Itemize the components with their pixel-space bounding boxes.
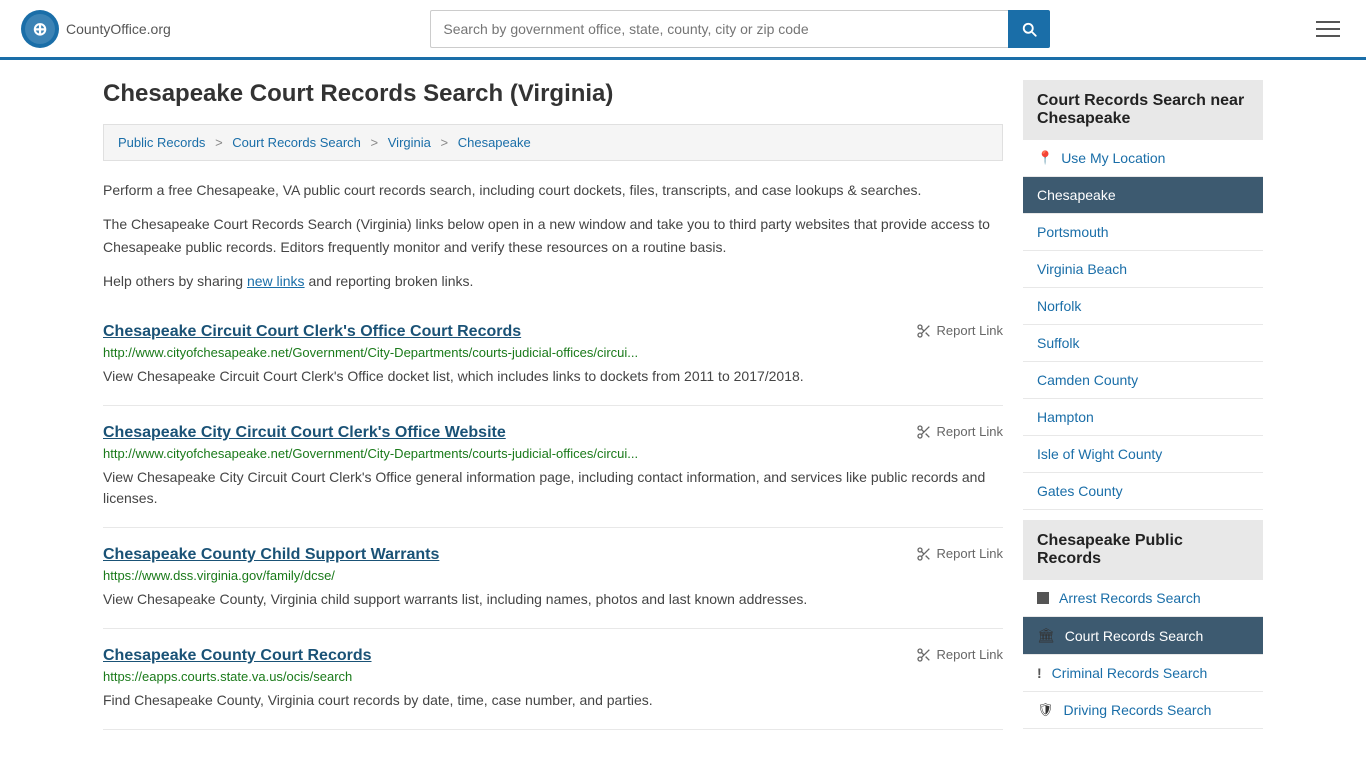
record-item: Chesapeake City Circuit Court Clerk's Of…: [103, 406, 1003, 528]
logo-name-text: CountyOffice: [66, 21, 147, 37]
new-links-link[interactable]: new links: [247, 273, 305, 289]
report-link-button[interactable]: Report Link: [916, 647, 1003, 663]
public-record-sidebar-item[interactable]: 🛡 Driving Records Search: [1023, 692, 1263, 729]
sidebar-location-item[interactable]: Camden County: [1023, 362, 1263, 399]
breadcrumb-sep-3: >: [441, 135, 449, 150]
report-link-label: Report Link: [937, 424, 1003, 439]
record-item-header: Chesapeake County Court Records Report L…: [103, 647, 1003, 665]
report-link-button[interactable]: Report Link: [916, 424, 1003, 440]
breadcrumb-chesapeake[interactable]: Chesapeake: [458, 135, 531, 150]
record-item-header: Chesapeake City Circuit Court Clerk's Of…: [103, 424, 1003, 442]
record-url: http://www.cityofchesapeake.net/Governme…: [103, 345, 1003, 360]
breadcrumb-public-records[interactable]: Public Records: [118, 135, 205, 150]
description-1: Perform a free Chesapeake, VA public cou…: [103, 179, 1003, 201]
svg-text:⊕: ⊕: [32, 19, 47, 39]
exclaim-icon: !: [1037, 665, 1042, 681]
breadcrumb-virginia[interactable]: Virginia: [388, 135, 431, 150]
scissors-icon: [916, 647, 932, 663]
header: ⊕ CountyOffice.org: [0, 0, 1366, 60]
public-record-sidebar-item[interactable]: Arrest Records Search: [1023, 580, 1263, 617]
location-pin-icon: 📍: [1037, 150, 1053, 166]
search-button[interactable]: [1008, 10, 1050, 48]
public-record-sidebar-item[interactable]: ! Criminal Records Search: [1023, 655, 1263, 692]
description-2: The Chesapeake Court Records Search (Vir…: [103, 213, 1003, 258]
public-records-list: Arrest Records Search 🏛 Court Records Se…: [1023, 580, 1263, 729]
breadcrumb: Public Records > Court Records Search > …: [103, 124, 1003, 161]
logo-icon: ⊕: [20, 9, 60, 49]
sidebar-location-item[interactable]: Portsmouth: [1023, 214, 1263, 251]
public-record-link[interactable]: Court Records Search: [1065, 628, 1204, 644]
sidebar-location-item[interactable]: Norfolk: [1023, 288, 1263, 325]
search-area: [430, 10, 1050, 48]
breadcrumb-sep-1: >: [215, 135, 223, 150]
sidebar-location-item[interactable]: Hampton: [1023, 399, 1263, 436]
record-url: https://www.dss.virginia.gov/family/dcse…: [103, 568, 1003, 583]
records-list: Chesapeake Circuit Court Clerk's Office …: [103, 305, 1003, 730]
record-title[interactable]: Chesapeake City Circuit Court Clerk's Of…: [103, 424, 506, 442]
desc3-post: and reporting broken links.: [305, 273, 474, 289]
record-item-header: Chesapeake Circuit Court Clerk's Office …: [103, 323, 1003, 341]
page-title: Chesapeake Court Records Search (Virgini…: [103, 80, 1003, 108]
record-url: http://www.cityofchesapeake.net/Governme…: [103, 446, 1003, 461]
sidebar-section-1-title: Court Records Search near Chesapeake: [1023, 80, 1263, 140]
logo-brand: CountyOffice.org: [66, 17, 171, 40]
record-item: Chesapeake County Court Records Report L…: [103, 629, 1003, 730]
record-item: Chesapeake Circuit Court Clerk's Office …: [103, 305, 1003, 406]
record-desc: View Chesapeake City Circuit Court Clerk…: [103, 467, 1003, 509]
record-title[interactable]: Chesapeake County Child Support Warrants: [103, 546, 439, 564]
breadcrumb-sep-2: >: [371, 135, 379, 150]
hamburger-line-1: [1316, 21, 1340, 23]
sidebar-location-item[interactable]: Suffolk: [1023, 325, 1263, 362]
scissors-icon: [916, 546, 932, 562]
record-desc: Find Chesapeake County, Virginia court r…: [103, 690, 1003, 711]
record-item-header: Chesapeake County Child Support Warrants…: [103, 546, 1003, 564]
record-url: https://eapps.courts.state.va.us/ocis/se…: [103, 669, 1003, 684]
public-record-link[interactable]: Driving Records Search: [1064, 702, 1212, 718]
breadcrumb-court-records[interactable]: Court Records Search: [232, 135, 361, 150]
sidebar-location-item[interactable]: Chesapeake: [1023, 177, 1263, 214]
sidebar-location-item[interactable]: Isle of Wight County: [1023, 436, 1263, 473]
main-container: Chesapeake Court Records Search (Virgini…: [83, 60, 1283, 750]
shield-icon: 🛡: [1037, 702, 1054, 718]
square-icon: [1037, 592, 1049, 604]
search-input[interactable]: [430, 10, 1008, 48]
public-record-link[interactable]: Arrest Records Search: [1059, 590, 1201, 606]
hamburger-menu-button[interactable]: [1310, 15, 1346, 43]
public-record-sidebar-item[interactable]: 🏛 Court Records Search: [1023, 617, 1263, 655]
sidebar-section-2-title: Chesapeake Public Records: [1023, 520, 1263, 580]
public-record-link[interactable]: Criminal Records Search: [1052, 665, 1208, 681]
description-3: Help others by sharing new links and rep…: [103, 270, 1003, 292]
record-title[interactable]: Chesapeake Circuit Court Clerk's Office …: [103, 323, 521, 341]
report-link-button[interactable]: Report Link: [916, 546, 1003, 562]
desc3-pre: Help others by sharing: [103, 273, 247, 289]
use-my-location-link[interactable]: Use My Location: [1061, 150, 1165, 166]
record-desc: View Chesapeake County, Virginia child s…: [103, 589, 1003, 610]
report-link-label: Report Link: [937, 647, 1003, 662]
content-area: Chesapeake Court Records Search (Virgini…: [103, 80, 1003, 730]
logo-area: ⊕ CountyOffice.org: [20, 9, 171, 49]
record-desc: View Chesapeake Circuit Court Clerk's Of…: [103, 366, 1003, 387]
record-title[interactable]: Chesapeake County Court Records: [103, 647, 372, 665]
hamburger-line-2: [1316, 28, 1340, 30]
logo-suffix: .org: [147, 21, 171, 37]
report-link-label: Report Link: [937, 546, 1003, 561]
scissors-icon: [916, 424, 932, 440]
hamburger-line-3: [1316, 35, 1340, 37]
nearby-locations-list: ChesapeakePortsmouthVirginia BeachNorfol…: [1023, 177, 1263, 510]
building-icon: 🏛: [1037, 627, 1055, 644]
sidebar: Court Records Search near Chesapeake 📍 U…: [1023, 80, 1263, 730]
report-link-label: Report Link: [937, 323, 1003, 338]
sidebar-location-item[interactable]: Gates County: [1023, 473, 1263, 510]
record-item: Chesapeake County Child Support Warrants…: [103, 528, 1003, 629]
scissors-icon: [916, 323, 932, 339]
use-my-location-item[interactable]: 📍 Use My Location: [1023, 140, 1263, 177]
search-icon: [1020, 20, 1038, 38]
report-link-button[interactable]: Report Link: [916, 323, 1003, 339]
sidebar-location-item[interactable]: Virginia Beach: [1023, 251, 1263, 288]
